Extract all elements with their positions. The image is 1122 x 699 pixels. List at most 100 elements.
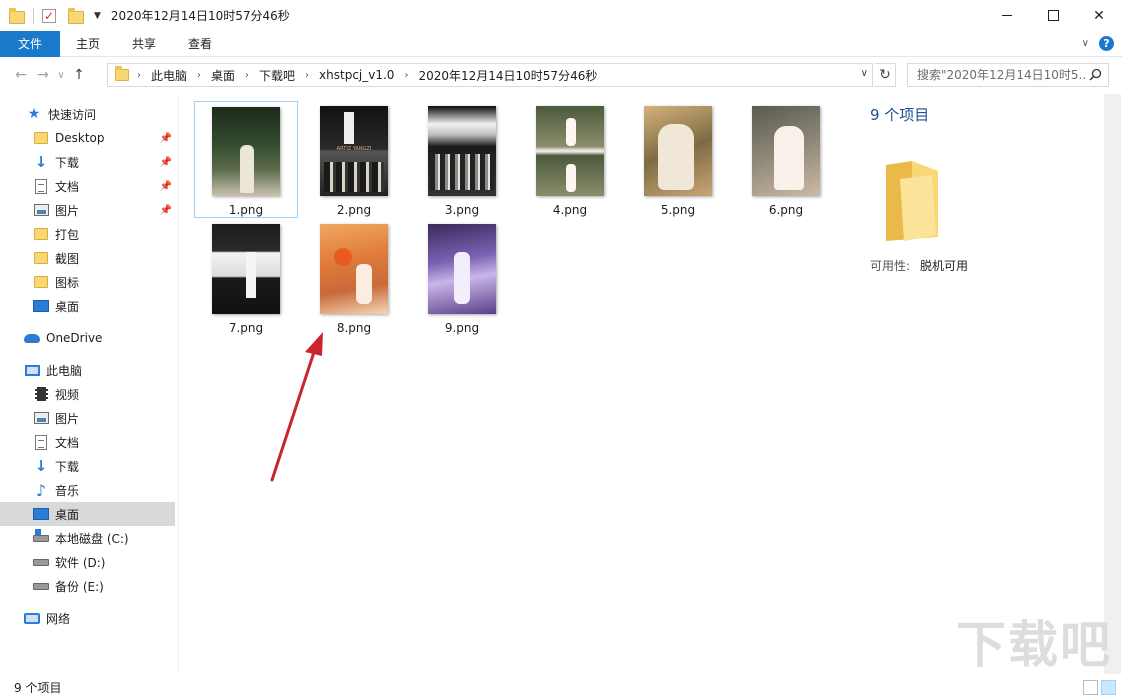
tab-home[interactable]: 主页	[60, 31, 116, 57]
download-arrow-icon: ↓	[33, 458, 49, 474]
file-tile[interactable]: ARTIZ YANGZI 2.png	[302, 101, 406, 218]
folder-icon	[33, 250, 49, 266]
up-arrow-icon[interactable]: ↑	[68, 67, 90, 83]
address-dropdown-icon[interactable]: ∨	[861, 68, 868, 79]
tab-view[interactable]: 查看	[172, 31, 228, 57]
nav-pictures[interactable]: 图片	[0, 406, 175, 430]
refresh-button[interactable]: ↻	[875, 63, 896, 87]
nav-videos[interactable]: 视频	[0, 382, 175, 406]
nav-desktop-quick[interactable]: 桌面	[0, 294, 175, 318]
nav-label: OneDrive	[46, 331, 102, 345]
nav-this-pc[interactable]: 此电脑	[0, 358, 175, 382]
nav-documents-pinned[interactable]: 文档 📌	[0, 174, 175, 198]
nav-onedrive[interactable]: OneDrive	[0, 326, 175, 350]
image-thumbnail	[536, 106, 604, 196]
computer-icon	[24, 362, 40, 378]
nav-downloads[interactable]: ↓ 下载	[0, 454, 175, 478]
file-name: 1.png	[229, 203, 263, 217]
file-tile[interactable]: 8.png	[302, 219, 406, 336]
address-bar[interactable]: › 此电脑 › 桌面 › 下载吧 › xhstpcj_v1.0 › 2020年1…	[107, 63, 873, 87]
breadcrumb-app-folder[interactable]: xhstpcj_v1.0	[319, 68, 394, 82]
nav-screenshots-folder[interactable]: 截图	[0, 246, 175, 270]
image-thumbnail	[212, 107, 280, 196]
chevron-right-icon[interactable]: ›	[137, 70, 141, 81]
file-name: 7.png	[229, 321, 263, 335]
pin-icon[interactable]: 📌	[160, 181, 172, 192]
picture-icon	[33, 202, 49, 218]
new-folder-icon[interactable]	[68, 8, 84, 24]
folder-icon	[33, 226, 49, 242]
forward-arrow-icon[interactable]: →	[32, 67, 54, 83]
minimize-button[interactable]	[984, 0, 1030, 31]
drive-icon	[33, 578, 49, 594]
file-tile[interactable]: 9.png	[410, 219, 514, 336]
nav-pack-folder[interactable]: 打包	[0, 222, 175, 246]
breadcrumb-downloads[interactable]: 下载吧	[259, 67, 295, 84]
recent-locations-chevron-icon[interactable]: ∨	[54, 70, 68, 81]
breadcrumb-this-pc[interactable]: 此电脑	[151, 67, 187, 84]
tab-share[interactable]: 共享	[116, 31, 172, 57]
nav-label: 文档	[55, 434, 79, 451]
chevron-right-icon[interactable]: ›	[197, 70, 201, 81]
back-arrow-icon[interactable]: ←	[10, 67, 32, 83]
nav-label: 桌面	[55, 298, 79, 315]
nav-drive-e[interactable]: 备份 (E:)	[0, 574, 175, 598]
search-icon[interactable]	[1089, 68, 1102, 81]
nav-desktop-pinned[interactable]: Desktop 📌	[0, 126, 175, 150]
file-tile[interactable]: 5.png	[626, 101, 730, 218]
file-tile[interactable]: 7.png	[194, 219, 298, 336]
file-tile[interactable]: 1.png	[194, 101, 298, 218]
breadcrumb-desktop[interactable]: 桌面	[211, 67, 235, 84]
file-tile[interactable]: 4.png	[518, 101, 622, 218]
chevron-right-icon[interactable]: ›	[245, 70, 249, 81]
picture-icon	[33, 410, 49, 426]
ribbon-right-controls: ∨ ?	[1082, 36, 1114, 51]
search-input[interactable]	[917, 68, 1087, 82]
nav-label: 图片	[55, 202, 79, 219]
pin-icon[interactable]: 📌	[160, 205, 172, 216]
chevron-right-icon[interactable]: ›	[404, 70, 408, 81]
file-tile[interactable]: 3.png	[410, 101, 514, 218]
file-name: 4.png	[553, 203, 587, 217]
vertical-scrollbar[interactable]	[1104, 94, 1121, 674]
music-note-icon: ♪	[33, 482, 49, 498]
pin-icon[interactable]: 📌	[160, 157, 172, 168]
close-button[interactable]: ✕	[1076, 0, 1122, 31]
image-thumbnail	[428, 106, 496, 196]
status-bar: 9 个项目	[0, 676, 1122, 699]
breadcrumb-current-folder[interactable]: 2020年12月14日10时57分46秒	[418, 67, 597, 84]
nav-desktop[interactable]: 桌面	[0, 502, 175, 526]
pane-divider[interactable]	[178, 94, 179, 674]
search-box[interactable]	[907, 63, 1109, 87]
nav-drive-c[interactable]: 本地磁盘 (C:)	[0, 526, 175, 550]
file-name: 8.png	[337, 321, 371, 335]
maximize-button[interactable]	[1030, 0, 1076, 31]
file-name: 2.png	[337, 203, 371, 217]
help-icon[interactable]: ?	[1099, 36, 1114, 51]
nav-pictures-pinned[interactable]: 图片 📌	[0, 198, 175, 222]
file-tile[interactable]: 6.png	[734, 101, 838, 218]
nav-label: 音乐	[55, 482, 79, 499]
nav-label: Desktop	[55, 131, 105, 145]
nav-drive-d[interactable]: 软件 (D:)	[0, 550, 175, 574]
customize-toolbar-dropdown-icon[interactable]: ▼	[94, 11, 101, 21]
nav-documents[interactable]: 文档	[0, 430, 175, 454]
nav-label: 图片	[55, 410, 79, 427]
file-list: 1.png ARTIZ YANGZI 2.png 3.png 4.png 5.p…	[181, 94, 841, 674]
nav-quick-access[interactable]: ★ 快速访问	[0, 102, 175, 126]
pin-icon[interactable]: 📌	[160, 133, 172, 144]
details-view-icon[interactable]	[1083, 680, 1098, 695]
large-icons-view-icon[interactable]	[1101, 680, 1116, 695]
nav-label: 桌面	[55, 506, 79, 523]
nav-icons-folder[interactable]: 图标	[0, 270, 175, 294]
expand-ribbon-chevron-icon[interactable]: ∨	[1082, 38, 1089, 49]
navigation-bar: ← → ∨ ↑ › 此电脑 › 桌面 › 下载吧 › xhstpcj_v1.0 …	[0, 57, 1122, 93]
tab-file[interactable]: 文件	[0, 31, 60, 57]
nav-music[interactable]: ♪ 音乐	[0, 478, 175, 502]
folder-icon	[9, 8, 25, 24]
properties-icon[interactable]: ✓	[42, 8, 58, 24]
desktop-icon	[33, 506, 49, 522]
chevron-right-icon[interactable]: ›	[305, 70, 309, 81]
nav-downloads-pinned[interactable]: ↓ 下载 📌	[0, 150, 175, 174]
nav-network[interactable]: 网络	[0, 606, 175, 630]
